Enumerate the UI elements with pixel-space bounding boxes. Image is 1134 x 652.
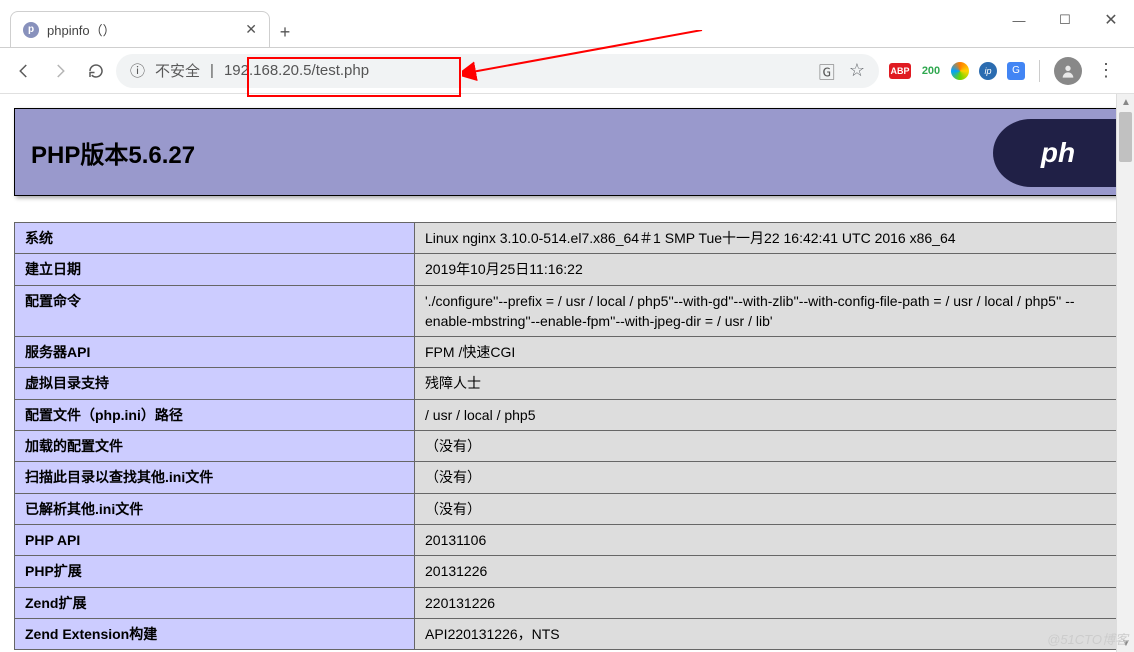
table-row: 扫描此目录以查找其他.ini文件（没有）: [15, 462, 1120, 493]
tab-strip: p phpinfo（） ✕ +: [0, 11, 300, 47]
table-row: Zend扩展220131226: [15, 587, 1120, 618]
php-logo: ph: [993, 119, 1123, 187]
ip-extension-icon[interactable]: ip: [979, 62, 997, 80]
table-row: 虚拟目录支持残障人士: [15, 368, 1120, 399]
window-controls: — ☐ ✕: [996, 0, 1134, 40]
table-row: 配置命令'./configure''--prefix = / usr / loc…: [15, 285, 1120, 337]
tab-favicon: p: [23, 22, 39, 38]
url-text: 192.168.20.5/test.php: [224, 62, 369, 79]
window-close-button[interactable]: ✕: [1088, 0, 1134, 40]
new-tab-button[interactable]: +: [270, 17, 300, 47]
info-value: 20131106: [415, 524, 1120, 555]
info-value: 20131226: [415, 556, 1120, 587]
window-titlebar: p phpinfo（） ✕ + — ☐ ✕: [0, 0, 1134, 48]
info-value: 2019年10月25日11:16:22: [415, 254, 1120, 285]
info-key: 建立日期: [15, 254, 415, 285]
info-key: PHP扩展: [15, 556, 415, 587]
close-tab-icon[interactable]: ✕: [245, 21, 257, 38]
info-key: 扫描此目录以查找其他.ini文件: [15, 462, 415, 493]
info-value: （没有）: [415, 493, 1120, 524]
person-icon: [1060, 63, 1076, 79]
php-version-banner: PHP版本5.6.27 ph: [14, 108, 1120, 196]
browser-menu-button[interactable]: ⋮: [1092, 60, 1120, 81]
browser-tab-active[interactable]: p phpinfo（） ✕: [10, 11, 270, 47]
info-key: 服务器API: [15, 337, 415, 368]
table-row: Zend Extension构建API220131226，NTS: [15, 618, 1120, 649]
url-divider: |: [210, 62, 214, 79]
watermark-text: @51CTO博客: [1047, 629, 1128, 648]
info-key: PHP API: [15, 524, 415, 555]
reload-icon: [87, 62, 105, 80]
bookmark-star-icon[interactable]: ☆: [849, 60, 865, 81]
google-translate-extension-icon[interactable]: G: [1007, 62, 1025, 80]
info-key: Zend Extension构建: [15, 618, 415, 649]
table-row: 建立日期2019年10月25日11:16:22: [15, 254, 1120, 285]
extension-icons: ABP 200 ip G ⋮: [883, 57, 1126, 85]
table-row: 系统Linux nginx 3.10.0-514.el7.x86_64＃1 SM…: [15, 223, 1120, 254]
page-content: PHP版本5.6.27 ph 系统Linux nginx 3.10.0-514.…: [0, 94, 1134, 652]
close-icon: ✕: [1104, 10, 1117, 30]
window-maximize-button[interactable]: ☐: [1042, 0, 1088, 40]
vertical-scrollbar[interactable]: ▲ ▼: [1116, 94, 1134, 652]
php-logo-text: ph: [1041, 137, 1075, 169]
table-row: 加载的配置文件（没有）: [15, 431, 1120, 462]
info-key: Zend扩展: [15, 587, 415, 618]
info-value: API220131226，NTS: [415, 618, 1120, 649]
info-value: （没有）: [415, 431, 1120, 462]
tab-title: phpinfo（）: [47, 20, 116, 39]
scroll-up-icon: ▲: [1121, 97, 1131, 108]
info-key: 配置文件（php.ini）路径: [15, 399, 415, 430]
reload-button[interactable]: [80, 55, 112, 87]
arrow-right-icon: [51, 62, 69, 80]
info-value: FPM /快速CGI: [415, 337, 1120, 368]
info-key: 系统: [15, 223, 415, 254]
back-button[interactable]: [8, 55, 40, 87]
info-value: / usr / local / php5: [415, 399, 1120, 430]
address-bar[interactable]: ⓘ 不安全 | 192.168.20.5/test.php 🄶 ☆: [116, 54, 879, 88]
info-value: 残障人士: [415, 368, 1120, 399]
table-row: PHP API20131106: [15, 524, 1120, 555]
insecure-chip: 不安全: [155, 60, 200, 81]
toolbar-divider: [1039, 60, 1040, 82]
maximize-icon: ☐: [1059, 12, 1071, 28]
status-200-extension-icon[interactable]: 200: [921, 61, 941, 81]
info-icon: ⓘ: [130, 60, 145, 81]
forward-button[interactable]: [44, 55, 76, 87]
table-row: PHP扩展20131226: [15, 556, 1120, 587]
arrow-left-icon: [15, 62, 33, 80]
info-key: 加载的配置文件: [15, 431, 415, 462]
scrollbar-thumb[interactable]: [1119, 112, 1132, 162]
minimize-icon: —: [1013, 13, 1026, 28]
browser-toolbar: ⓘ 不安全 | 192.168.20.5/test.php 🄶 ☆ ABP 20…: [0, 48, 1134, 94]
table-row: 服务器APIFPM /快速CGI: [15, 337, 1120, 368]
kebab-icon: ⋮: [1097, 60, 1115, 81]
info-value: （没有）: [415, 462, 1120, 493]
table-row: 已解析其他.ini文件（没有）: [15, 493, 1120, 524]
php-version-title: PHP版本5.6.27: [31, 135, 195, 170]
info-key: 已解析其他.ini文件: [15, 493, 415, 524]
window-minimize-button[interactable]: —: [996, 0, 1042, 40]
adblock-extension-icon[interactable]: ABP: [889, 63, 911, 79]
info-key: 虚拟目录支持: [15, 368, 415, 399]
table-row: 配置文件（php.ini）路径/ usr / local / php5: [15, 399, 1120, 430]
phpinfo-table: 系统Linux nginx 3.10.0-514.el7.x86_64＃1 SM…: [14, 222, 1120, 650]
profile-avatar[interactable]: [1054, 57, 1082, 85]
info-value: 220131226: [415, 587, 1120, 618]
translate-icon[interactable]: 🄶: [819, 59, 835, 83]
info-key: 配置命令: [15, 285, 415, 337]
info-value: Linux nginx 3.10.0-514.el7.x86_64＃1 SMP …: [415, 223, 1120, 254]
avast-extension-icon[interactable]: [951, 62, 969, 80]
plus-icon: +: [280, 22, 291, 43]
info-value: './configure''--prefix = / usr / local /…: [415, 285, 1120, 337]
